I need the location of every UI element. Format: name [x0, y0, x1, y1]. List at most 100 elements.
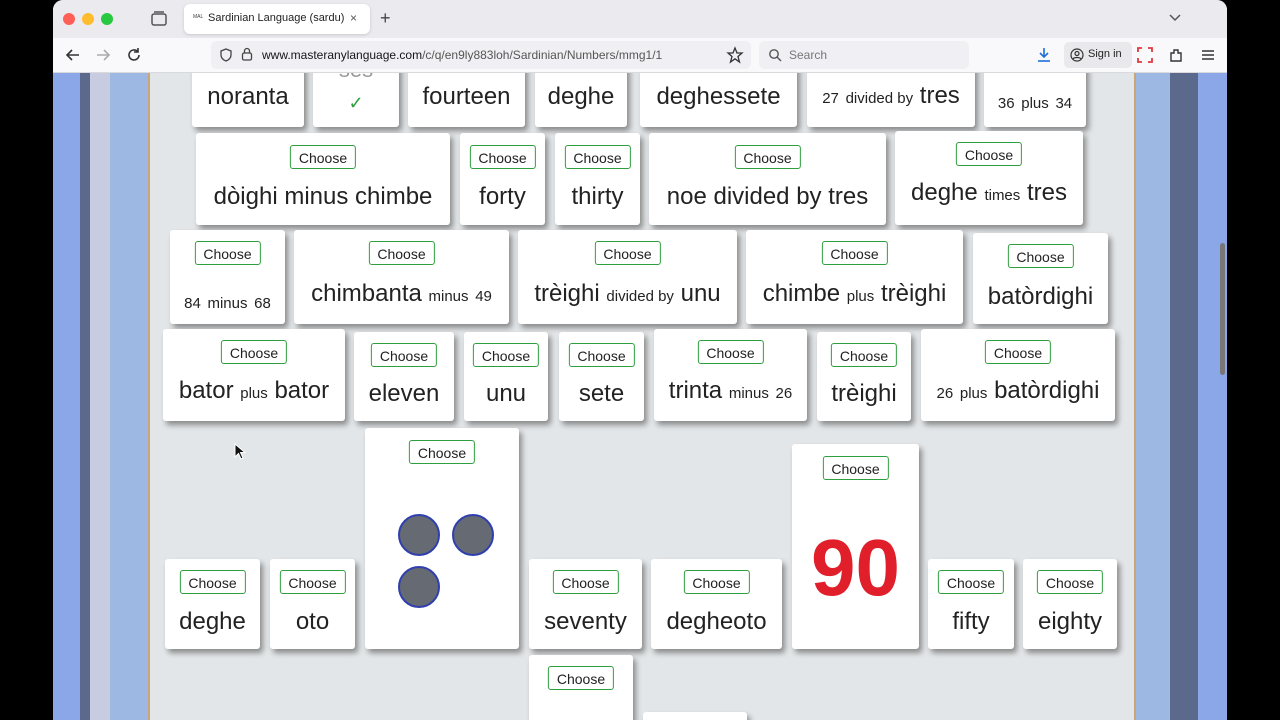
answer-card[interactable]: Choose unu	[464, 332, 548, 421]
address-bar[interactable]: www.masteranylanguage.com/c/q/en9ly883lo…	[211, 41, 751, 69]
background-stripe	[80, 73, 90, 720]
answer-card[interactable]: Choose seventy	[529, 559, 642, 649]
card-label: noe divided by tres	[666, 183, 869, 210]
answer-card[interactable]: Choose chimbanta minus 49	[294, 230, 509, 324]
expr-right: batòrdighi	[994, 377, 1100, 404]
card-label: deghessete	[656, 83, 781, 110]
extensions-icon[interactable]	[1168, 46, 1186, 64]
answer-card[interactable]: deghessete	[640, 73, 797, 127]
choose-button[interactable]: Choose	[370, 343, 438, 367]
answer-card[interactable]: Choose oto	[270, 559, 355, 649]
answer-card[interactable]: Choose trèighi divided by unu	[518, 230, 737, 324]
choose-button[interactable]: Choose	[594, 241, 661, 265]
shield-icon[interactable]	[219, 48, 233, 62]
page-content: noranta ses ✓ fourteen deghe deghessete …	[53, 73, 1227, 720]
reload-icon[interactable]	[125, 46, 143, 64]
minimize-window-button[interactable]	[82, 13, 94, 25]
dots-question-card[interactable]: Choose	[365, 428, 519, 649]
answer-card[interactable]: noranta	[192, 73, 304, 127]
choose-button[interactable]: Choose	[734, 145, 801, 169]
forward-arrow-icon[interactable]	[94, 46, 112, 64]
tab-overview-icon[interactable]	[150, 10, 168, 28]
answer-card[interactable]: Choose forty	[460, 133, 545, 225]
choose-button[interactable]: Choose	[568, 343, 635, 367]
page-scrollbar[interactable]	[1220, 243, 1225, 375]
choose-button[interactable]: Choose	[1007, 244, 1074, 268]
choose-button[interactable]: Choose	[220, 340, 288, 364]
answer-card[interactable]: Choose bator plus bator	[163, 329, 345, 421]
choose-button[interactable]: Choose	[937, 570, 1005, 594]
close-window-button[interactable]	[63, 13, 75, 25]
answer-card[interactable]: Choose noe divided by tres	[649, 133, 886, 225]
card-label: deghe	[547, 83, 615, 110]
choose-button[interactable]: Choose	[179, 570, 246, 594]
card-label: deghe	[179, 608, 246, 635]
big-number: 90	[811, 523, 900, 612]
choose-button[interactable]: Choose	[368, 241, 435, 265]
expr-operator: minus	[207, 295, 248, 312]
answer-card[interactable]: Choose deghe	[165, 559, 260, 649]
answer-card[interactable]: Choose 26 plus batòrdighi	[921, 329, 1115, 421]
choose-button[interactable]: Choose	[697, 340, 764, 364]
download-icon[interactable]	[1036, 46, 1052, 64]
choose-button[interactable]: Choose	[830, 343, 898, 367]
hamburger-menu-icon[interactable]	[1199, 46, 1217, 64]
answer-card[interactable]: 27 divided by tres	[807, 73, 975, 127]
choose-button[interactable]: Choose	[822, 456, 889, 480]
lock-icon[interactable]	[241, 47, 253, 61]
answer-card[interactable]: Choose deghe times tres	[895, 131, 1083, 225]
answer-card[interactable]: 36 plus 34	[984, 73, 1086, 127]
answer-card[interactable]: Choose fifty	[928, 559, 1014, 649]
answer-card-matched[interactable]: ses ✓	[313, 73, 399, 127]
answer-card[interactable]: fourteen	[408, 73, 525, 127]
choose-button[interactable]: Choose	[821, 241, 888, 265]
choose-button[interactable]: Choose	[289, 145, 357, 169]
choose-button[interactable]: Choose	[469, 145, 536, 169]
choose-button[interactable]: Choose	[1036, 570, 1104, 594]
expr-operator: minus	[428, 288, 469, 305]
expr-right: bator	[274, 377, 330, 404]
sign-in-button[interactable]: Sign in	[1064, 42, 1132, 68]
choose-button[interactable]: Choose	[194, 241, 261, 265]
close-tab-icon[interactable]: ×	[350, 11, 357, 25]
url-text[interactable]: www.masteranylanguage.com/c/q/en9ly883lo…	[262, 48, 662, 62]
bookmark-star-icon[interactable]	[726, 46, 744, 64]
expr-operator: times	[984, 187, 1021, 204]
answer-card[interactable]: Choose	[529, 655, 633, 720]
answer-card[interactable]: Choose trèighi	[817, 332, 911, 421]
choose-button[interactable]: Choose	[552, 570, 619, 594]
choose-button[interactable]: Choose	[564, 145, 631, 169]
choose-button[interactable]: Choose	[683, 570, 750, 594]
expr-left: trinta	[668, 377, 723, 404]
choose-button[interactable]: Choose	[472, 343, 540, 367]
answer-card[interactable]: Choose sete	[559, 332, 644, 421]
answer-card[interactable]: deghe	[535, 73, 627, 127]
answer-card[interactable]: Choose eighty	[1023, 559, 1117, 649]
new-tab-button[interactable]: +	[380, 8, 391, 28]
search-icon	[769, 49, 782, 62]
choose-button[interactable]: Choose	[955, 142, 1023, 166]
choose-button[interactable]: Choose	[984, 340, 1052, 364]
zoom-window-button[interactable]	[101, 13, 113, 25]
search-bar[interactable]: Search	[759, 41, 969, 69]
answer-card[interactable]: Choose dòighi minus chimbe	[196, 133, 450, 225]
answer-card[interactable]: Choose 84 minus 68	[170, 230, 285, 324]
answer-card[interactable]	[643, 712, 747, 720]
answer-card[interactable]: Choose thirty	[555, 133, 640, 225]
answer-card[interactable]: Choose eleven	[354, 332, 454, 421]
answer-card[interactable]: Choose trinta minus 26	[654, 329, 807, 421]
choose-button[interactable]: Choose	[279, 570, 346, 594]
expr-left: chimbe	[762, 280, 841, 307]
choose-button[interactable]: Choose	[547, 666, 615, 690]
active-tab[interactable]: MAL Sardinian Language (sardu) Num ×	[184, 4, 370, 34]
number-question-card[interactable]: Choose 90	[792, 444, 919, 649]
answer-card[interactable]: Choose degheoto	[651, 559, 782, 649]
answer-card[interactable]: Choose batòrdighi	[973, 233, 1108, 324]
choose-button[interactable]: Choose	[408, 440, 476, 464]
answer-card[interactable]: Choose chimbe plus trèighi	[746, 230, 963, 324]
back-arrow-icon[interactable]	[64, 46, 82, 64]
browser-window: MAL Sardinian Language (sardu) Num × + w…	[53, 0, 1227, 720]
chevron-down-icon[interactable]	[1168, 10, 1182, 24]
card-label: batòrdighi	[987, 283, 1094, 310]
screenshot-icon[interactable]	[1136, 46, 1154, 64]
